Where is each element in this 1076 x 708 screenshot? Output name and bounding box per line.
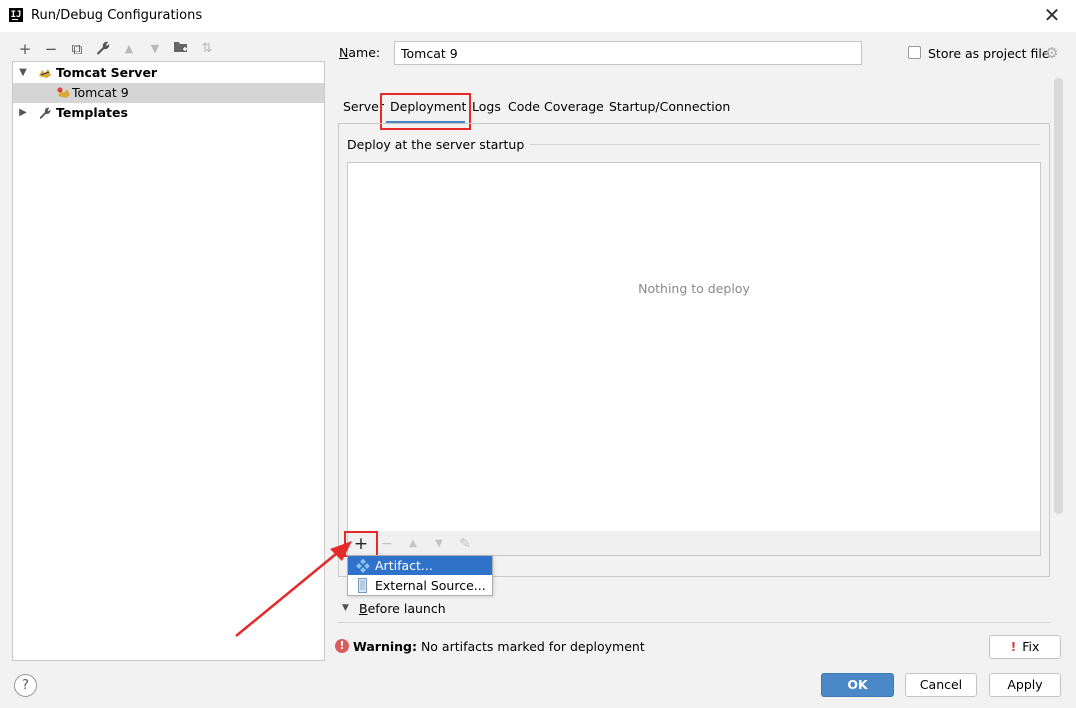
help-button[interactable]: ? <box>14 674 37 697</box>
fix-button[interactable]: ! Fix <box>989 635 1061 659</box>
move-down-icon[interactable]: ▼ <box>146 40 164 58</box>
tomcat-icon <box>39 69 51 78</box>
deploy-toolbar <box>347 531 1041 556</box>
cancel-button[interactable]: Cancel <box>905 673 977 697</box>
move-up-icon[interactable]: ▲ <box>403 534 423 554</box>
scrollbar[interactable] <box>1054 78 1063 514</box>
tree-item-label: Tomcat Server <box>56 65 158 80</box>
fix-button-label: Fix <box>1022 639 1040 654</box>
warning-icon: ! <box>335 639 349 653</box>
close-icon[interactable]: ✕ <box>1040 3 1064 27</box>
gear-icon[interactable]: ⚙ <box>1045 44 1058 62</box>
remove-icon[interactable]: − <box>377 534 397 554</box>
copy-configuration-icon[interactable]: ⧉ <box>68 40 86 58</box>
tomcat-icon <box>57 87 70 98</box>
wrench-icon <box>39 107 51 120</box>
warning-message: Warning: No artifacts marked for deploym… <box>353 639 645 654</box>
sort-icon[interactable]: ⇅ <box>198 40 216 58</box>
edit-pencil-icon[interactable]: ✎ <box>455 534 475 554</box>
menu-item-label: External Source... <box>375 578 486 593</box>
apply-button[interactable]: Apply <box>989 673 1061 697</box>
tab-startup-connection[interactable]: Startup/Connection <box>609 99 730 114</box>
chevron-right-icon[interactable]: ▶ <box>18 103 28 123</box>
chevron-down-icon[interactable]: ▼ <box>342 603 349 613</box>
before-launch-label[interactable]: Before launch <box>359 601 446 616</box>
store-as-project-file-checkbox[interactable] <box>908 46 921 59</box>
move-up-icon[interactable]: ▲ <box>120 40 138 58</box>
tree-item-templates[interactable]: ▶ Templates <box>13 103 324 123</box>
tab-code-coverage[interactable]: Code Coverage <box>508 99 604 114</box>
section-divider <box>518 144 1040 145</box>
name-label: Name: <box>339 45 381 60</box>
name-input[interactable] <box>394 41 862 65</box>
tree-item-tomcat-server[interactable]: ▼ Tomcat Server <box>13 63 324 83</box>
tree-item-label: Tomcat 9 <box>72 85 129 100</box>
store-as-project-file-label[interactable]: Store as project file <box>928 46 1050 61</box>
deploy-section-title: Deploy at the server startup <box>347 137 531 152</box>
tree-item-label: Templates <box>56 105 128 120</box>
move-down-icon[interactable]: ▼ <box>429 534 449 554</box>
remove-configuration-icon[interactable]: − <box>42 40 60 58</box>
window-title: Run/Debug Configurations <box>31 8 203 23</box>
warning-text: No artifacts marked for deployment <box>416 639 645 654</box>
warning-bold-label: Warning: <box>353 639 417 654</box>
empty-list-text: Nothing to deploy <box>638 281 750 296</box>
deploy-list[interactable] <box>347 162 1041 532</box>
menu-item-external-source[interactable]: External Source... <box>348 576 492 595</box>
menu-item-label: Artifact... <box>375 558 433 573</box>
intellij-logo-icon: IJ <box>9 8 23 22</box>
tree-item-tomcat-9[interactable]: Tomcat 9 <box>13 83 324 103</box>
section-divider <box>338 622 1050 623</box>
menu-item-artifact[interactable]: Artifact... <box>348 556 492 575</box>
chevron-down-icon[interactable]: ▼ <box>18 63 28 83</box>
annotation-arrow <box>235 541 352 637</box>
wrench-icon[interactable] <box>94 40 112 58</box>
ok-button[interactable]: OK <box>821 673 894 697</box>
tab-server[interactable]: Server <box>343 99 384 114</box>
warning-bulb-icon: ! <box>1010 639 1017 654</box>
add-configuration-icon[interactable]: + <box>16 40 34 58</box>
new-folder-icon[interactable] <box>172 40 190 58</box>
tab-logs[interactable]: Logs <box>472 99 501 114</box>
